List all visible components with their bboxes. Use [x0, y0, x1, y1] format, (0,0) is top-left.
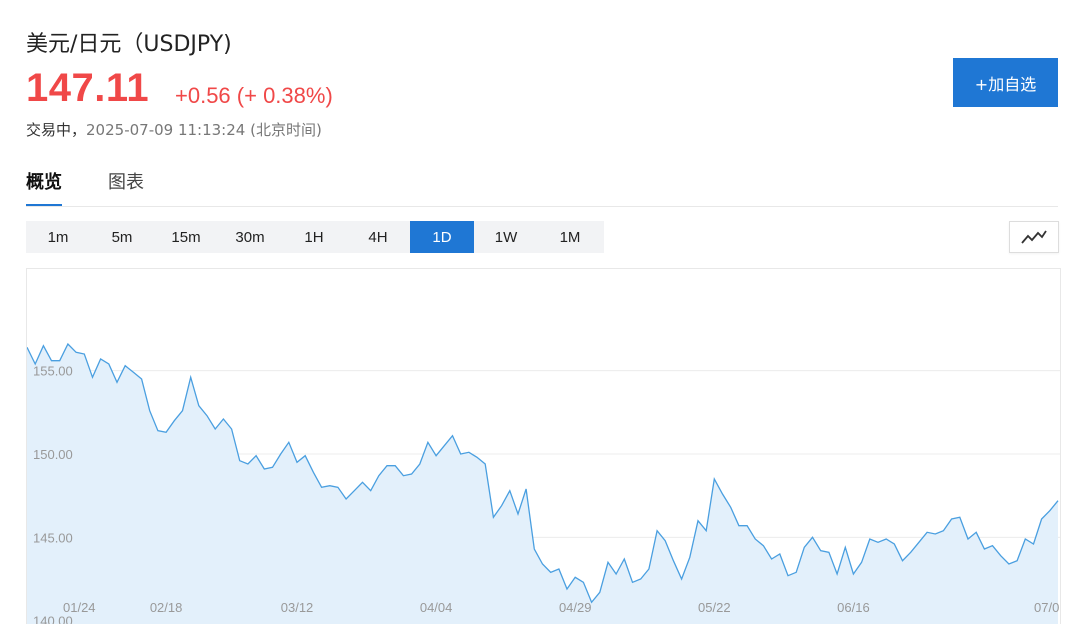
interval-1w[interactable]: 1W: [474, 221, 538, 253]
x-tick-label: 05/22: [698, 600, 731, 615]
y-tick-label: 145.00: [33, 530, 73, 545]
divider: [26, 206, 1058, 207]
price-chart[interactable]: 140.00 145.00 150.00 155.00 01/24 02/18 03/12 0…: [26, 268, 1061, 624]
interval-1m[interactable]: 1m: [26, 221, 90, 253]
interval-4h[interactable]: 4H: [346, 221, 410, 253]
interval-5m[interactable]: 5m: [90, 221, 154, 253]
y-tick-label: 155.00: [33, 364, 73, 379]
y-tick-label: 150.00: [33, 447, 73, 462]
tab-0[interactable]: 概览: [26, 168, 62, 207]
x-tick-label: 04/04: [420, 600, 453, 615]
tab-1[interactable]: 图表: [108, 168, 144, 207]
y-tick-label: 140.00: [33, 614, 73, 624]
chart-svg: 140.00 145.00 150.00 155.00 01/24 02/18 03/12 0…: [27, 342, 1060, 624]
line-chart-icon: [1021, 230, 1047, 244]
x-tick-label: 06/16: [837, 600, 870, 615]
interval-1h[interactable]: 1H: [282, 221, 346, 253]
x-tick-label: 01/24: [63, 600, 96, 615]
timestamp: 2025-07-09 11:13:24 (北京时间): [86, 121, 322, 139]
trading-status: 交易中，2025-07-09 11:13:24 (北京时间): [26, 119, 322, 140]
chart-type-button[interactable]: [1009, 221, 1059, 253]
interval-1d[interactable]: 1D: [410, 221, 474, 253]
tab-bar: 概览 图表: [26, 168, 144, 207]
interval-30m[interactable]: 30m: [218, 221, 282, 253]
interval-15m[interactable]: 15m: [154, 221, 218, 253]
page-title: 美元/日元（USDJPY): [26, 32, 232, 57]
current-price: 147.11: [26, 66, 150, 110]
add-to-watchlist-button[interactable]: +加自选: [953, 58, 1058, 107]
price-area: [27, 344, 1058, 624]
price-change: +0.56 (+ 0.38%): [175, 83, 333, 108]
status-label: 交易中，: [26, 121, 87, 139]
x-tick-label: 07/0: [1034, 600, 1059, 615]
x-tick-label: 02/18: [150, 600, 183, 615]
x-tick-label: 04/29: [559, 600, 592, 615]
interval-selector: 1m 5m 15m 30m 1H 4H 1D 1W 1M: [26, 221, 604, 253]
x-tick-label: 03/12: [281, 600, 314, 615]
interval-1m[interactable]: 1M: [538, 221, 602, 253]
